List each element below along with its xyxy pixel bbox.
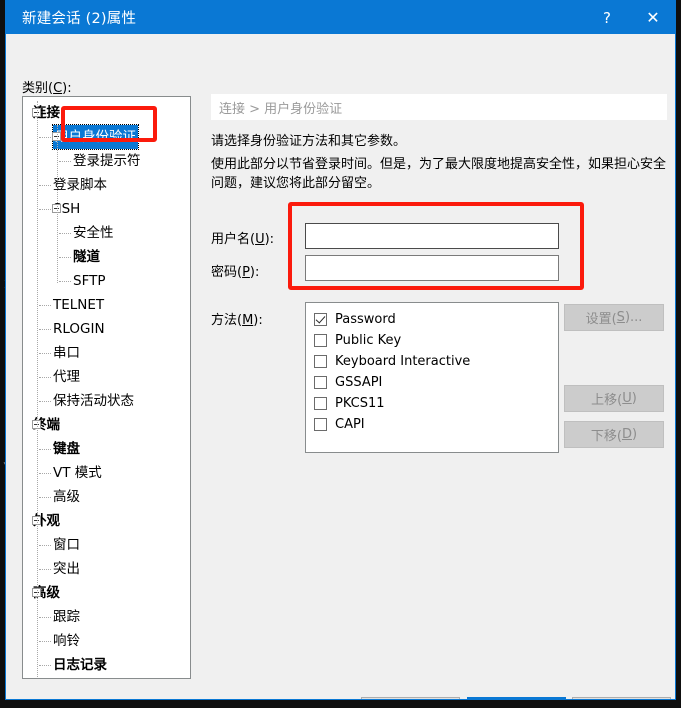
tree-connector <box>59 233 71 235</box>
move-up-button[interactable]: 上移(U) <box>564 385 664 412</box>
tree-connector <box>39 353 51 355</box>
tree-item-6[interactable]: 隧道 <box>23 245 190 269</box>
close-icon[interactable]: ✕ <box>631 1 675 34</box>
tree-item-label: 登录脚本 <box>53 177 107 193</box>
move-down-button[interactable]: 下移(D) <box>564 421 664 448</box>
method-option-row[interactable]: Keyboard Interactive <box>314 351 558 372</box>
settings-button[interactable]: 设置(S)... <box>564 304 664 331</box>
tree-item-20[interactable]: 高级 <box>23 581 190 605</box>
method-option-label: CAPI <box>335 417 365 432</box>
description-primary: 请选择身份验证方法和其它参数。 <box>211 134 407 149</box>
method-option-label: GSSAPI <box>335 375 383 390</box>
username-input[interactable] <box>305 223 559 249</box>
tree-item-label: 安全性 <box>73 225 114 241</box>
tree-connector <box>59 281 71 283</box>
tree-item-0[interactable]: 连接 <box>23 101 190 125</box>
window-title: 新建会话 (2)属性 <box>22 11 137 27</box>
tree-connector <box>39 473 51 475</box>
checkbox-icon[interactable] <box>314 376 327 389</box>
tree-connector <box>39 497 51 499</box>
method-option-row[interactable]: CAPI <box>314 414 558 435</box>
title-bar: 新建会话 (2)属性 ? ✕ <box>6 1 675 34</box>
method-option-row[interactable]: PKCS11 <box>314 393 558 414</box>
tree-connector <box>39 401 51 403</box>
session-properties-dialog: 新建会话 (2)属性 ? ✕ 类别(C): 连接 用户身份验证 登录提示符 登录脚本 S… <box>5 0 676 700</box>
tree-spine <box>37 101 39 678</box>
tree-item-label: 用户身份验证 <box>52 124 139 150</box>
method-option-row[interactable]: Public Key <box>314 330 558 351</box>
tree-item-label: RLOGIN <box>53 321 105 337</box>
checkbox-icon[interactable] <box>314 355 327 368</box>
tree-item-label: 响铃 <box>53 633 80 649</box>
description-secondary: 使用此部分以节省登录时间。但是，为了最大限度地提高安全性，如果担心安全问题，建议… <box>211 157 667 191</box>
password-input-field[interactable] <box>306 256 558 280</box>
connect-button[interactable]: 连接 <box>361 697 460 699</box>
tree-item-label: 登录提示符 <box>73 153 141 169</box>
tree-item-13[interactable]: 终端 <box>23 413 190 437</box>
checkbox-icon[interactable] <box>314 397 327 410</box>
tree-connector <box>59 161 71 163</box>
tree-connector <box>39 185 51 187</box>
method-list[interactable]: Password Public Key Keyboard Interactive GS… <box>305 302 559 453</box>
method-option-label: Public Key <box>335 333 402 348</box>
tree-item-label: 跟踪 <box>53 609 80 625</box>
method-label: 方法(M): <box>211 313 263 328</box>
cancel-button[interactable]: 取消 <box>572 697 671 699</box>
tree-connector <box>39 449 51 451</box>
method-option-label: Password <box>335 312 396 327</box>
username-input-field[interactable] <box>306 224 558 248</box>
category-label: 类别(C): <box>22 77 72 96</box>
category-label-text: 类别(C): <box>22 81 72 96</box>
method-option-row[interactable]: Password <box>314 309 558 330</box>
tree-connector <box>39 665 51 667</box>
tree-item-label: 隧道 <box>73 249 100 265</box>
checkbox-icon[interactable] <box>314 334 327 347</box>
tree-item-17[interactable]: 外观 <box>23 509 190 533</box>
password-input[interactable] <box>305 255 559 281</box>
tree-item-label: 日志记录 <box>53 657 107 673</box>
tree-item-24[interactable]: 文件传输 <box>23 677 190 678</box>
tree-connector <box>39 545 51 547</box>
tree-item-label: TELNET <box>53 297 105 313</box>
tree-item-label: SFTP <box>73 273 106 289</box>
tree-connector <box>59 257 71 259</box>
tree-connector <box>39 377 51 379</box>
tree-item-label: 保持活动状态 <box>53 393 134 409</box>
tree-item-7[interactable]: SFTP <box>23 269 190 293</box>
checkbox-checked-icon[interactable] <box>314 313 327 326</box>
category-tree[interactable]: 连接 用户身份验证 登录提示符 登录脚本 SSH 安全性 隧道 SFTP TELNET RLOGI… <box>22 96 191 679</box>
tree-item-label: 突出 <box>53 561 80 577</box>
tree-item-label: 文件传输 <box>33 677 87 678</box>
tree-item-label: 串口 <box>53 345 80 361</box>
tree-spine <box>57 125 59 283</box>
tree-item-label: 代理 <box>53 369 80 385</box>
help-icon[interactable]: ? <box>585 1 629 34</box>
breadcrumb: 连接 > 用户身份验证 <box>211 94 667 120</box>
dialog-body: 类别(C): 连接 用户身份验证 登录提示符 登录脚本 SSH 安全性 隧道 SFTP TELN… <box>6 34 675 699</box>
username-label: 用户名(U): <box>211 232 275 247</box>
method-option-label: PKCS11 <box>335 396 385 411</box>
tree-connector <box>39 209 51 211</box>
tree-item-label: 键盘 <box>53 441 80 457</box>
tree-item-2[interactable]: 登录提示符 <box>23 149 190 173</box>
method-option-row[interactable]: GSSAPI <box>314 372 558 393</box>
tree-item-label: 高级 <box>53 489 80 505</box>
tree-connector <box>39 569 51 571</box>
tree-item-5[interactable]: 安全性 <box>23 221 190 245</box>
tree-connector <box>39 137 51 139</box>
ok-button[interactable]: 确定 <box>467 697 566 699</box>
password-label: 密码(P): <box>211 265 260 280</box>
checkbox-icon[interactable] <box>314 418 327 431</box>
tree-connector <box>39 641 51 643</box>
tree-connector <box>39 305 51 307</box>
tree-item-label: 窗口 <box>53 537 80 553</box>
tree-item-label: VT 模式 <box>53 465 102 481</box>
method-option-label: Keyboard Interactive <box>335 354 471 369</box>
tree-connector <box>39 617 51 619</box>
tree-connector <box>39 329 51 331</box>
